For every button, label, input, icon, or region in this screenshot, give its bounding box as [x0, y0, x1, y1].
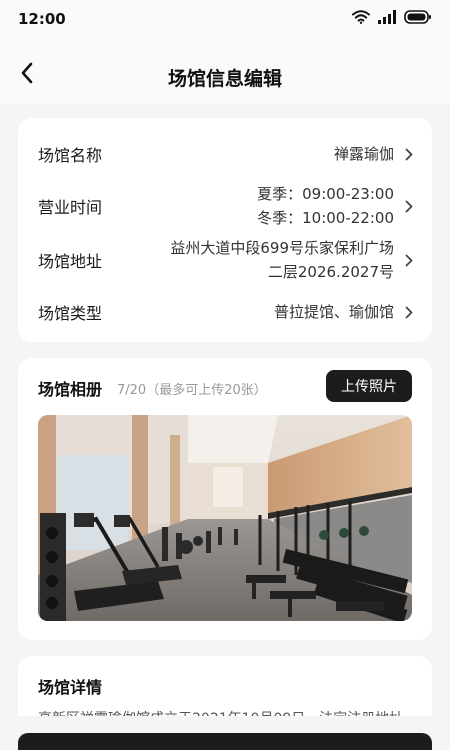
- album-title: 场馆相册: [38, 380, 103, 399]
- album-photo-count: 7/20（最多可上传20张）: [117, 383, 267, 398]
- chevron-right-icon: [404, 253, 414, 267]
- battery-icon: [404, 10, 431, 24]
- venue-address-row[interactable]: 场馆地址 益州大道中段699号乐家保利广场 二层2026.2027号: [38, 236, 414, 284]
- detail-title: 场馆详情: [38, 678, 103, 697]
- venue-type-row[interactable]: 场馆类型 普拉提馆、瑜伽馆: [38, 300, 414, 324]
- venue-address-label: 场馆地址: [38, 252, 103, 271]
- venue-info-card: 场馆名称 禅露瑜伽 营业时间 夏季：09:00-23:00 冬季：10:00-2…: [18, 118, 432, 342]
- venue-type-label: 场馆类型: [38, 304, 103, 323]
- hours-winter: 冬季：10:00-22:00: [257, 209, 394, 227]
- business-hours-label: 营业时间: [38, 198, 103, 217]
- wifi-icon: [352, 10, 370, 24]
- page-title: 场馆信息编辑: [167, 68, 282, 90]
- status-icons: [352, 10, 432, 24]
- venue-photo[interactable]: [38, 415, 412, 621]
- venue-album-card: 场馆相册 7/20（最多可上传20张） 上传照片: [18, 358, 432, 640]
- venue-name-row[interactable]: 场馆名称 禅露瑜伽: [38, 142, 414, 166]
- gym-interior-image: [38, 415, 412, 621]
- signal-icon: [378, 10, 396, 24]
- chevron-right-icon: [404, 305, 414, 319]
- status-time: 12:00: [18, 10, 66, 28]
- upload-photo-button[interactable]: 上传照片: [326, 370, 412, 402]
- business-hours-values: 夏季：09:00-23:00 冬季：10:00-22:00: [257, 182, 394, 230]
- address-line-2: 二层2026.2027号: [267, 263, 394, 281]
- address-line-1: 益州大道中段699号乐家保利广场: [170, 239, 394, 257]
- venue-type-value: 普拉提馆、瑜伽馆: [273, 303, 394, 321]
- bottom-action-button[interactable]: [18, 733, 432, 750]
- hours-summer: 夏季：09:00-23:00: [257, 185, 394, 203]
- chevron-right-icon: [404, 147, 414, 161]
- venue-name-value: 禅露瑜伽: [333, 145, 394, 163]
- venue-address-values: 益州大道中段699号乐家保利广场 二层2026.2027号: [170, 236, 394, 284]
- nav-bar: 场馆信息编辑: [0, 40, 450, 104]
- business-hours-row[interactable]: 营业时间 夏季：09:00-23:00 冬季：10:00-22:00: [38, 182, 414, 230]
- chevron-right-icon: [404, 199, 414, 213]
- venue-name-label: 场馆名称: [38, 146, 103, 165]
- status-bar: 12:00: [0, 0, 450, 40]
